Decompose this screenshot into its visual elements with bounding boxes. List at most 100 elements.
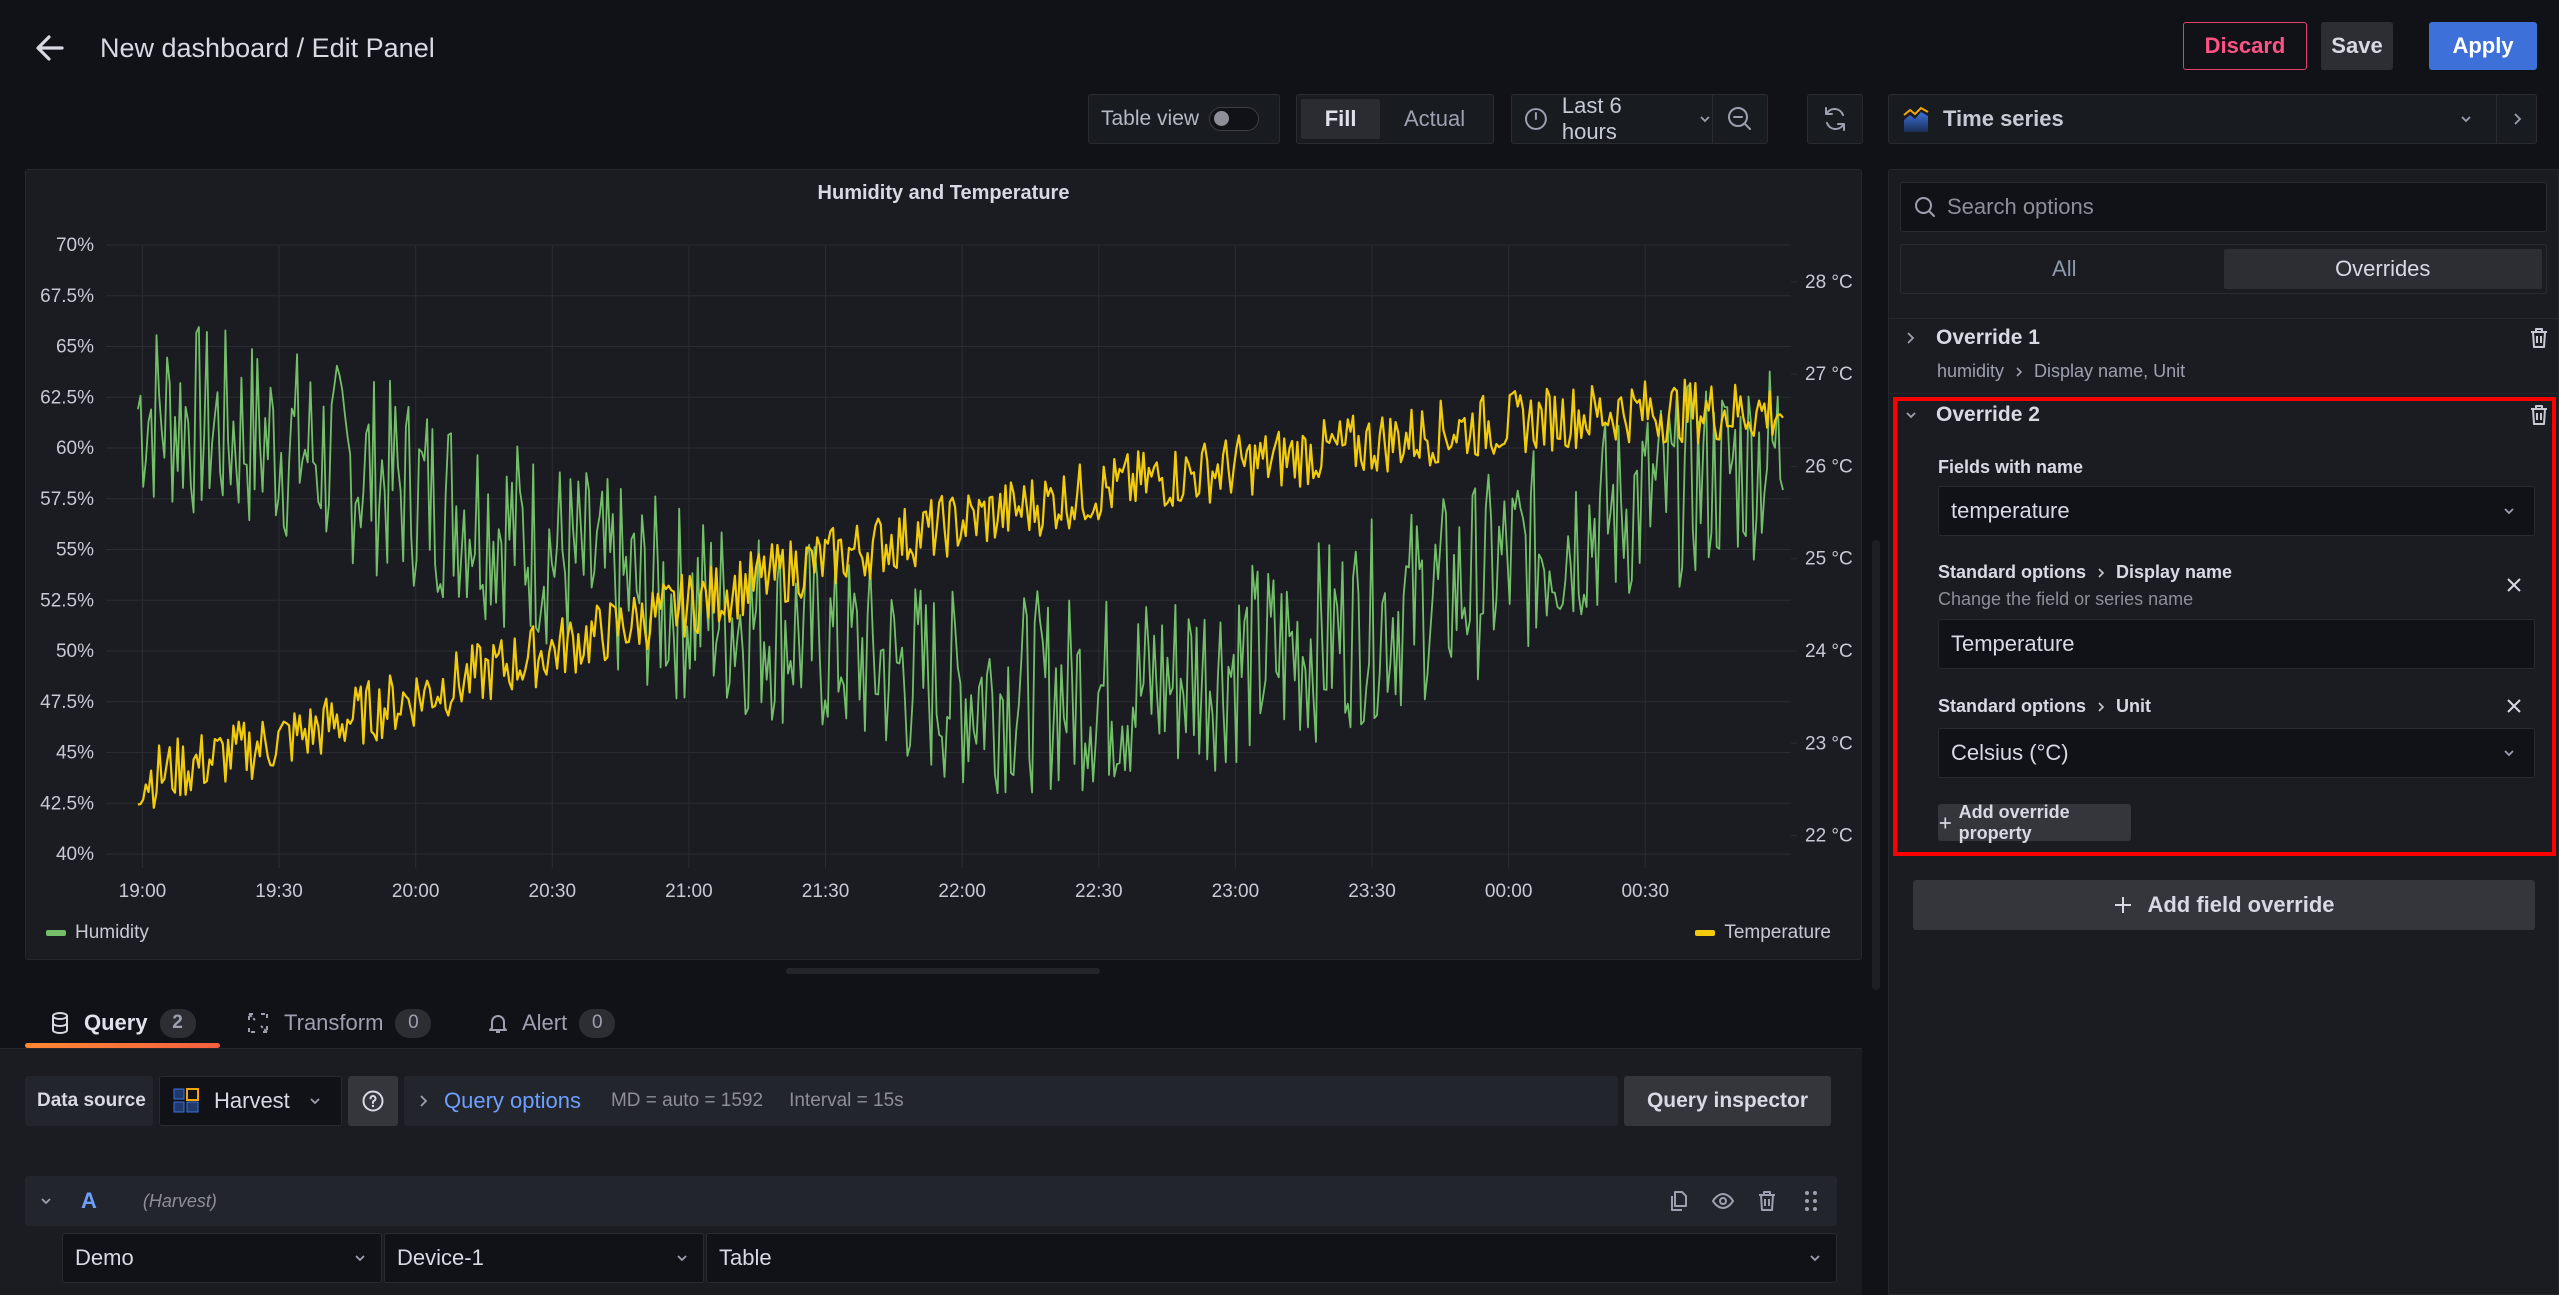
y-tick-right: 26 °C: [1805, 456, 1853, 477]
chevron-right-icon: [2098, 567, 2105, 578]
back-button[interactable]: [32, 30, 68, 66]
query-inspector-button[interactable]: Query inspector: [1624, 1076, 1831, 1126]
divider: [1889, 393, 2559, 394]
override-2-title: Override 2: [1936, 403, 2040, 426]
property-name: Display name: [2116, 562, 2233, 582]
page-title: New dashboard / Edit Panel: [100, 33, 435, 63]
discard-button[interactable]: Discard: [2183, 22, 2307, 70]
data-source-label: Data source: [25, 1076, 153, 1126]
chevron-right-icon: [2016, 366, 2023, 377]
time-range-label: Last 6 hours: [1561, 93, 1622, 144]
data-source-picker[interactable]: Harvest: [159, 1076, 342, 1126]
x-tick: 23:30: [1348, 881, 1396, 902]
refresh-button[interactable]: [1807, 94, 1863, 144]
property-unit-label: Standard options Unit: [1938, 696, 2151, 717]
y-tick-left: 65%: [56, 337, 94, 358]
chevron-right-icon: [2513, 113, 2521, 125]
table-view-label: Table view: [1101, 107, 1200, 130]
query-select-device[interactable]: Device-1: [384, 1233, 704, 1283]
query-row-header: A (Harvest): [25, 1176, 1837, 1226]
query-datasource-name: (Harvest): [142, 1190, 217, 1211]
add-field-override-button[interactable]: Add field override: [1913, 880, 2535, 930]
pane-resize-handle[interactable]: [1872, 540, 1880, 990]
override-1-header[interactable]: Override 1: [1900, 326, 2550, 350]
chevron-down-icon: [310, 1098, 320, 1105]
y-tick-left: 52.5%: [40, 590, 94, 611]
query-select-format[interactable]: Table: [706, 1233, 1837, 1283]
duplicate-query-icon[interactable]: [1667, 1189, 1691, 1213]
collapse-query-toggle[interactable]: [39, 1194, 59, 1208]
property-name: Unit: [2116, 696, 2151, 716]
tab-overrides[interactable]: Overrides: [2223, 249, 2542, 289]
query-ref-id[interactable]: A: [81, 1188, 97, 1214]
trash-icon[interactable]: [1755, 1189, 1779, 1213]
display-name-input[interactable]: Temperature: [1938, 619, 2535, 669]
delete-override-1-icon[interactable]: [2528, 326, 2550, 350]
override-1-properties: Display name, Unit: [2034, 361, 2186, 381]
y-tick-left: 55%: [56, 540, 94, 561]
tab-query[interactable]: Query 2: [50, 1005, 196, 1041]
x-tick: 22:00: [938, 881, 986, 902]
x-tick: 23:00: [1212, 881, 1260, 902]
tab-all[interactable]: All: [1905, 249, 2224, 289]
options-tab-group: All Overrides: [1900, 244, 2547, 294]
query-select-device-value: Device-1: [397, 1245, 484, 1270]
query-select-database[interactable]: Demo: [62, 1233, 382, 1283]
apply-button[interactable]: Apply: [2429, 22, 2537, 70]
x-tick: 20:30: [529, 881, 577, 902]
zoom-out-icon: [1728, 107, 1751, 130]
chevron-down-icon: [677, 1255, 687, 1262]
remove-display-name-property-icon[interactable]: [2504, 575, 2524, 595]
add-override-property-button[interactable]: Add override property: [1938, 801, 2131, 843]
unit-select[interactable]: Celsius (°C): [1938, 728, 2535, 778]
time-range-picker[interactable]: Last 6 hours: [1511, 93, 1713, 144]
harvest-datasource-icon: [173, 1088, 199, 1113]
chevron-right-icon: [420, 1095, 428, 1107]
add-field-override-label: Add field override: [2147, 892, 2335, 917]
legend-item-temperature[interactable]: Temperature: [1695, 922, 1831, 944]
legend-label-temperature: Temperature: [1724, 922, 1831, 943]
visualization-picker[interactable]: Time series: [1888, 94, 2537, 144]
table-view-switch[interactable]: [1209, 107, 1260, 131]
delete-override-2-icon[interactable]: [2528, 403, 2550, 427]
table-view-toggle-group: Table view: [1088, 94, 1280, 144]
time-series-viz-icon: [1903, 106, 1929, 132]
y-tick-left: 50%: [56, 641, 94, 662]
actual-option[interactable]: Actual: [1380, 99, 1489, 139]
fill-option[interactable]: Fill: [1301, 99, 1381, 139]
search-options-field[interactable]: [1900, 182, 2547, 232]
override-2-header[interactable]: Override 2: [1900, 403, 2550, 427]
display-name-value: Temperature: [1951, 631, 2075, 656]
tab-alert[interactable]: Alert 0: [488, 1005, 616, 1041]
zoom-out-button[interactable]: [1712, 94, 1768, 144]
query-options-bar: Query options MD = auto = 1592 Interval …: [404, 1076, 1618, 1126]
y-tick-left: 67.5%: [40, 286, 94, 307]
chevron-down-icon: [2504, 508, 2514, 515]
drag-handle-icon[interactable]: [1799, 1189, 1823, 1213]
tab-transform[interactable]: Transform 0: [246, 1005, 432, 1041]
y-tick-left: 60%: [56, 438, 94, 459]
toggle-options-pane-button[interactable]: [2496, 95, 2536, 143]
data-source-help-button[interactable]: [348, 1076, 398, 1126]
search-options-input[interactable]: [1947, 194, 2527, 220]
x-tick: 00:00: [1485, 881, 1533, 902]
panel-resize-handle[interactable]: [786, 968, 1100, 974]
y-tick-left: 47.5%: [40, 692, 94, 713]
y-tick-right: 22 °C: [1805, 826, 1853, 847]
chevron-down-icon: [2504, 750, 2514, 757]
eye-icon[interactable]: [1711, 1189, 1735, 1213]
viz-dropdown-chevron[interactable]: [2436, 112, 2496, 126]
arrow-left-icon: [36, 35, 64, 61]
fields-with-name-select[interactable]: temperature: [1938, 486, 2535, 536]
override-1-matcher: humidity: [1937, 361, 2005, 381]
matcher-label: Fields with name: [1938, 457, 2084, 477]
query-options-toggle[interactable]: Query options: [444, 1088, 581, 1114]
unit-value: Celsius (°C): [1951, 740, 2069, 765]
chevron-down-icon: [355, 1255, 365, 1262]
fill-actual-radio-group: Fill Actual: [1296, 94, 1494, 144]
add-override-property-label: Add override property: [1958, 801, 2070, 843]
legend-item-humidity[interactable]: Humidity: [46, 922, 149, 944]
property-category: Standard options: [1938, 562, 2086, 582]
remove-unit-property-icon[interactable]: [2504, 696, 2524, 716]
save-button[interactable]: Save: [2321, 22, 2393, 70]
